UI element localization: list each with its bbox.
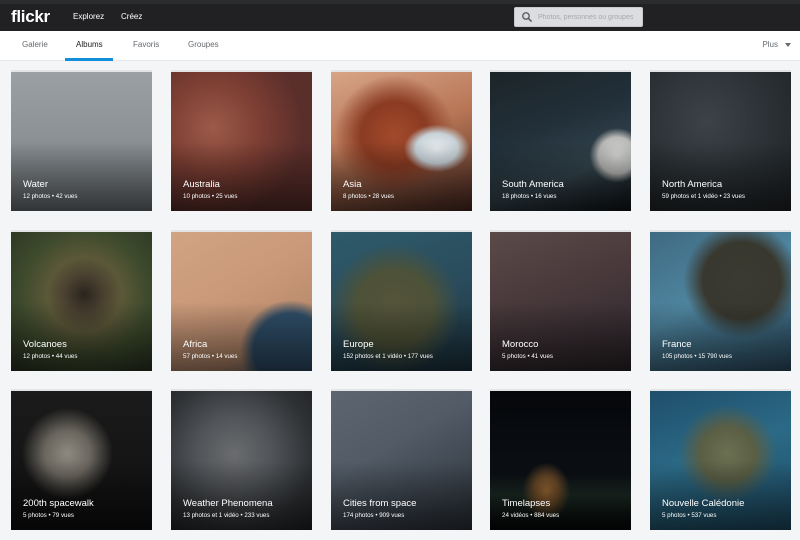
album-title[interactable]: Water (23, 179, 48, 190)
album-card[interactable]: Cities from space 174 photos • 909 vues (331, 389, 472, 530)
album-overlay (331, 141, 472, 211)
album-stats: 59 photos et 1 vidéo • 23 vues (662, 193, 746, 200)
album-title[interactable]: Timelapses (502, 498, 550, 509)
album-title[interactable]: France (662, 339, 692, 350)
album-title[interactable]: Nouvelle Calédonie (662, 498, 744, 509)
album-title[interactable]: Australia (183, 179, 220, 190)
album-stats: 5 photos • 79 vues (23, 512, 75, 519)
tab-favoris[interactable]: Favoris (133, 40, 159, 49)
album-card[interactable]: Asia 8 photos • 28 vues (331, 70, 472, 211)
tab-albums[interactable]: Albums (76, 40, 103, 49)
flickr-logo[interactable]: flickr (11, 7, 50, 27)
album-stats: 13 photos et 1 vidéo • 233 vues (183, 512, 270, 519)
album-overlay (11, 460, 152, 530)
album-title[interactable]: Volcanoes (23, 339, 67, 350)
album-stats: 12 photos • 44 vues (23, 353, 78, 360)
album-title[interactable]: Europe (343, 339, 374, 350)
nav-explorez[interactable]: Explorez (73, 12, 104, 21)
album-stats: 12 photos • 42 vues (23, 193, 78, 200)
album-card[interactable]: Volcanoes 12 photos • 44 vues (11, 230, 152, 371)
search-icon[interactable] (521, 11, 533, 23)
album-overlay (650, 460, 791, 530)
album-title[interactable]: South America (502, 179, 564, 190)
album-card[interactable]: Timelapses 24 vidéos • 884 vues (490, 389, 631, 530)
album-overlay (490, 141, 631, 211)
search-input[interactable] (535, 8, 641, 26)
more-menu-button[interactable]: Plus (762, 40, 778, 49)
album-stats: 174 photos • 909 vues (343, 512, 405, 519)
album-card[interactable]: Nouvelle Calédonie 5 photos • 537 vues (650, 389, 791, 530)
tab-groupes[interactable]: Groupes (188, 40, 219, 49)
album-overlay (11, 301, 152, 371)
album-card[interactable]: 200th spacewalk 5 photos • 79 vues (11, 389, 152, 530)
albums-grid: Water 12 photos • 42 vues Australia 10 phot… (0, 61, 800, 540)
album-card[interactable]: South America 18 photos • 16 vues (490, 70, 631, 211)
album-stats: 152 photos et 1 vidéo • 177 vues (343, 353, 433, 360)
top-navigation-bar: flickr Explorez Créez (0, 4, 800, 31)
album-stats: 24 vidéos • 884 vues (502, 512, 560, 519)
album-overlay (490, 460, 631, 530)
album-title[interactable]: Weather Phenomena (183, 498, 273, 509)
album-title[interactable]: Africa (183, 339, 207, 350)
album-overlay (650, 301, 791, 371)
album-card[interactable]: Africa 57 photos • 14 vues (171, 230, 312, 371)
album-title[interactable]: 200th spacewalk (23, 498, 94, 509)
chevron-down-icon[interactable] (785, 43, 791, 47)
album-card[interactable]: Europe 152 photos et 1 vidéo • 177 vues (331, 230, 472, 371)
nav-creez[interactable]: Créez (121, 12, 142, 21)
album-overlay (171, 301, 312, 371)
album-stats: 5 photos • 41 vues (502, 353, 554, 360)
album-card[interactable]: France 105 photos • 15 790 vues (650, 230, 791, 371)
album-stats: 10 photos • 25 vues (183, 193, 238, 200)
album-title[interactable]: North America (662, 179, 722, 190)
album-title[interactable]: Asia (343, 179, 361, 190)
tab-galerie[interactable]: Galerie (22, 40, 48, 49)
album-stats: 105 photos • 15 790 vues (662, 353, 732, 360)
album-overlay (650, 141, 791, 211)
album-stats: 8 photos • 28 vues (343, 193, 395, 200)
album-stats: 18 photos • 16 vues (502, 193, 557, 200)
album-card[interactable]: Australia 10 photos • 25 vues (171, 70, 312, 211)
album-overlay (490, 301, 631, 371)
album-card[interactable]: Weather Phenomena 13 photos et 1 vidéo • … (171, 389, 312, 530)
album-title[interactable]: Cities from space (343, 498, 416, 509)
album-stats: 57 photos • 14 vues (183, 353, 238, 360)
album-overlay (11, 141, 152, 211)
album-overlay (171, 460, 312, 530)
album-card[interactable]: Water 12 photos • 42 vues (11, 70, 152, 211)
search-box (514, 7, 643, 27)
album-overlay (171, 141, 312, 211)
album-card[interactable]: Morocco 5 photos • 41 vues (490, 230, 631, 371)
album-card[interactable]: North America 59 photos et 1 vidéo • 23 v… (650, 70, 791, 211)
sub-navigation: Galerie Albums Favoris Groupes Plus (0, 31, 800, 61)
album-title[interactable]: Morocco (502, 339, 538, 350)
album-stats: 5 photos • 537 vues (662, 512, 717, 519)
album-overlay (331, 301, 472, 371)
album-overlay (331, 460, 472, 530)
